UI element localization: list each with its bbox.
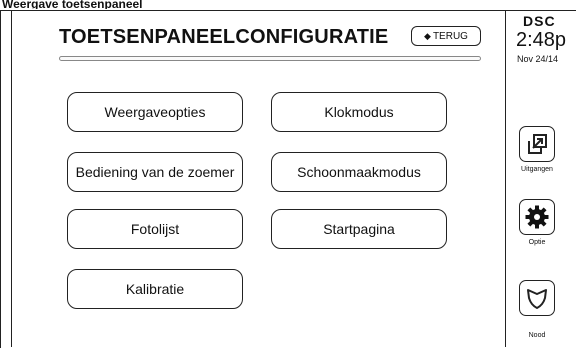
option-startpagina-button[interactable]: Startpagina xyxy=(271,209,447,249)
page-title: TOETSENPANEELCONFIGURATIE xyxy=(59,26,389,48)
back-button[interactable]: ◆ TERUG xyxy=(411,26,481,46)
emergency-label: Nood xyxy=(528,332,546,339)
option-weergaveopties-button[interactable]: Weergaveopties xyxy=(67,92,243,132)
options-gear-icon xyxy=(525,205,549,229)
exits-label: Uitgangen xyxy=(521,166,553,173)
exit-icon xyxy=(528,134,547,154)
option-bediening-zoemer-button[interactable]: Bediening van de zoemer xyxy=(67,152,243,192)
back-arrow-icon: ◆ xyxy=(424,30,431,41)
option-label: Fotolijst xyxy=(130,221,180,237)
clock-date: Nov 24/14 xyxy=(517,54,559,64)
option-label: Schoonmaakmodus xyxy=(297,164,421,180)
main-panel: TOETSENPANEELCONFIGURATIE ◆ TERUG Weerga… xyxy=(11,10,506,347)
progress-bar xyxy=(59,56,481,61)
status-sidebar: DSC 2:48p Nov 24/14 Uitgangen Optie Nood xyxy=(505,10,575,347)
option-kalibratie-button[interactable]: Kalibratie xyxy=(67,269,243,309)
brand-logo: DSC xyxy=(523,13,556,29)
exits-button[interactable] xyxy=(519,126,555,162)
emergency-button[interactable] xyxy=(519,280,555,316)
clock-time: 2:48p xyxy=(516,29,567,51)
option-klokmodus-button[interactable]: Klokmodus xyxy=(271,92,447,132)
options-label: Optie xyxy=(528,239,546,246)
option-label: Bediening van de zoemer xyxy=(75,164,235,180)
emergency-shield-icon xyxy=(527,289,547,309)
page-caption: Weergave toetsenpaneel xyxy=(2,0,143,9)
option-schoonmaakmodus-button[interactable]: Schoonmaakmodus xyxy=(271,152,447,192)
option-label: Startpagina xyxy=(323,221,395,237)
options-button[interactable] xyxy=(519,199,555,235)
back-button-label: TERUG xyxy=(432,30,468,42)
option-fotolijst-button[interactable]: Fotolijst xyxy=(67,209,243,249)
option-label: Weergaveopties xyxy=(104,104,206,120)
option-label: Klokmodus xyxy=(324,104,394,120)
option-label: Kalibratie xyxy=(125,281,185,297)
